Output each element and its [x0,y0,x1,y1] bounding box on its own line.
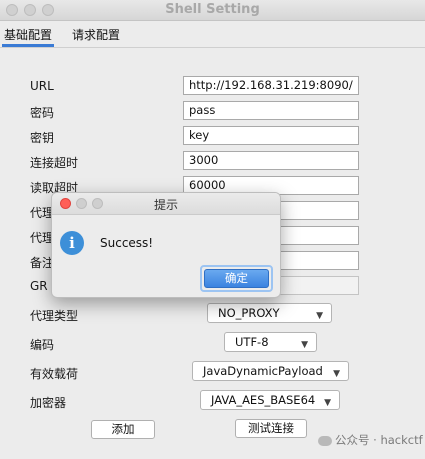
ok-button[interactable]: 确定 [204,269,269,288]
dialog-message: Success! [100,236,154,250]
success-dialog: 提示 i Success! 确定 [51,192,281,298]
encoding-select[interactable]: UTF-8 ▼ [224,332,317,352]
cryption-label: 加密器 [30,396,67,410]
connect-timeout-field[interactable]: 3000 [183,151,359,170]
key-field[interactable]: key [183,126,359,145]
test-connection-button[interactable]: 测试连接 [235,419,307,438]
info-icon: i [60,231,84,255]
payload-value: JavaDynamicPayload [203,364,323,378]
add-button[interactable]: 添加 [91,420,155,439]
payload-select[interactable]: JavaDynamicPayload ▼ [192,361,349,381]
watermark-text: 公众号 · hackctf [335,433,423,447]
proxy-type-select[interactable]: NO_PROXY ▼ [207,303,332,323]
password-field[interactable]: pass [183,101,359,120]
chevron-down-icon: ▼ [316,311,323,321]
wechat-logo-icon [318,435,332,446]
window-titlebar: Shell Setting [0,0,425,21]
proxy-type-label: 代理类型 [30,309,79,323]
connect-timeout-label: 连接超时 [30,156,79,170]
encoding-label: 编码 [30,338,55,352]
cryption-select[interactable]: JAVA_AES_BASE64 ▼ [200,390,340,410]
watermark: 公众号 · hackctf [318,432,423,448]
url-label: URL [30,79,54,93]
chevron-down-icon: ▼ [333,369,340,379]
payload-label: 有效载荷 [30,367,79,381]
window-title: Shell Setting [165,2,260,17]
tab-bar: 基础配置 请求配置 [0,21,425,48]
group-label: GR [30,279,48,293]
dialog-titlebar: 提示 [52,193,280,215]
chevron-down-icon: ▼ [324,398,331,408]
dialog-title: 提示 [153,198,178,212]
chevron-down-icon: ▼ [301,340,308,350]
tab-request-config[interactable]: 请求配置 [72,26,120,43]
cryption-value: JAVA_AES_BASE64 [211,393,316,407]
encoding-value: UTF-8 [235,335,269,349]
tab-basic-config[interactable]: 基础配置 [4,26,52,43]
url-field[interactable]: http://192.168.31.219:8090/ [183,76,359,95]
proxy-type-value: NO_PROXY [218,306,280,320]
key-label: 密钥 [30,131,55,145]
password-label: 密码 [30,106,55,120]
active-tab-indicator [2,44,54,47]
